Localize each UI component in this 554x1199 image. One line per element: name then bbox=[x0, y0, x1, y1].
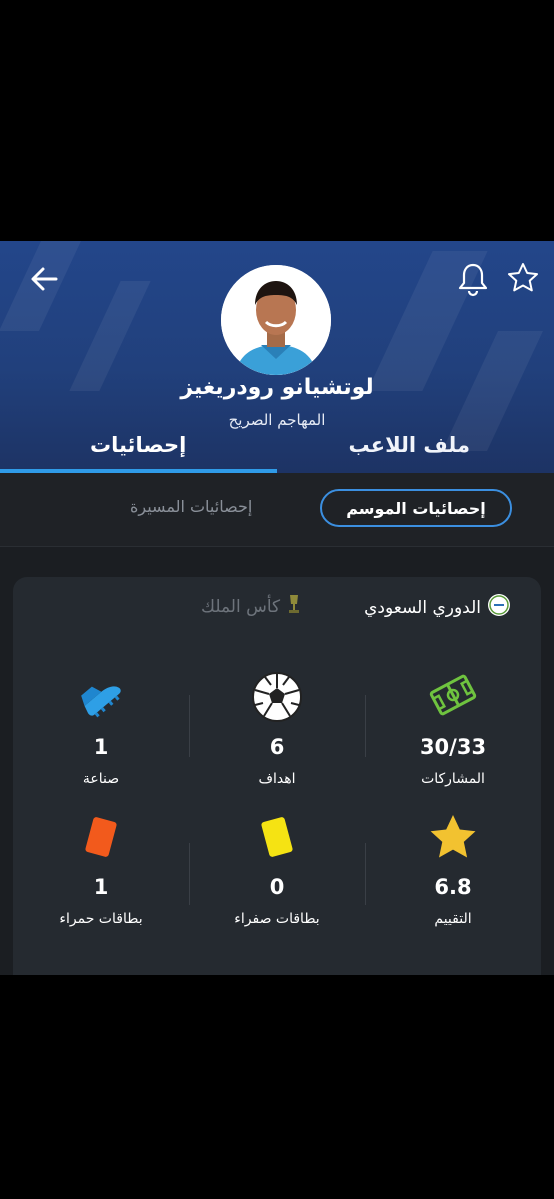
player-position: المهاجم الصريح bbox=[228, 411, 326, 429]
tab-stats[interactable]: إحصائيات bbox=[90, 433, 186, 457]
stat-yellow-cards: 0 بطاقات صفراء bbox=[202, 813, 352, 927]
yellow-card-icon bbox=[202, 813, 352, 863]
stat-rating: 6.8 التقييم bbox=[378, 813, 528, 927]
cup-trophy-icon bbox=[286, 593, 302, 620]
stat-assists: 1 صناعة bbox=[26, 671, 176, 787]
stat-divider bbox=[189, 695, 190, 757]
red-card-icon bbox=[26, 813, 176, 863]
back-arrow-icon[interactable] bbox=[28, 263, 60, 295]
competition-tab-saudi-league[interactable]: الدوري السعودي bbox=[364, 593, 511, 622]
competition-label: الدوري السعودي bbox=[364, 597, 481, 618]
football-icon bbox=[202, 671, 352, 723]
season-stats-button[interactable]: إحصائيات الموسم bbox=[320, 489, 512, 527]
career-stats-button[interactable]: إحصائيات المسيرة bbox=[130, 497, 252, 516]
stat-label: اهداف bbox=[258, 771, 296, 787]
favorite-star-icon[interactable] bbox=[506, 261, 540, 295]
tab-profile[interactable]: ملف اللاعب bbox=[349, 433, 471, 457]
stat-divider bbox=[189, 843, 190, 905]
stat-label: صناعة bbox=[82, 771, 120, 787]
player-name: لوتشيانو رودريغيز bbox=[180, 375, 374, 400]
stats-card: الدوري السعودي كأس الملك 30/33 المشاركات bbox=[13, 577, 541, 975]
stat-divider bbox=[365, 695, 366, 757]
stat-value: 1 bbox=[93, 875, 109, 899]
league-logo-icon bbox=[487, 593, 511, 622]
bell-icon[interactable] bbox=[456, 261, 490, 297]
stat-label: بطاقات حمراء bbox=[59, 911, 143, 927]
stat-red-cards: 1 بطاقات حمراء bbox=[26, 813, 176, 927]
stat-label: بطاقات صفراء bbox=[234, 911, 320, 927]
stat-value: 1 bbox=[93, 735, 109, 759]
stat-goals: 6 اهداف bbox=[202, 671, 352, 787]
stat-value: 0 bbox=[269, 875, 285, 899]
boot-icon bbox=[26, 671, 176, 723]
stat-label: التقييم bbox=[434, 911, 472, 927]
stat-value: 30/33 bbox=[419, 735, 487, 759]
competition-label: كأس الملك bbox=[201, 596, 281, 617]
stat-appearances: 30/33 المشاركات bbox=[378, 671, 528, 787]
stat-label: المشاركات bbox=[421, 771, 485, 787]
stat-value: 6.8 bbox=[434, 875, 472, 899]
player-avatar bbox=[221, 265, 331, 375]
player-header: لوتشيانو رودريغيز المهاجم الصريح إحصائيا… bbox=[0, 241, 554, 473]
stat-divider bbox=[365, 843, 366, 905]
player-screen: لوتشيانو رودريغيز المهاجم الصريح إحصائيا… bbox=[0, 241, 554, 975]
pitch-icon bbox=[378, 671, 528, 723]
competition-tab-kings-cup[interactable]: كأس الملك bbox=[201, 593, 302, 620]
stat-value: 6 bbox=[269, 735, 285, 759]
star-icon bbox=[378, 813, 528, 863]
stats-segment-bar: إحصائيات الموسم إحصائيات المسيرة bbox=[0, 473, 554, 547]
